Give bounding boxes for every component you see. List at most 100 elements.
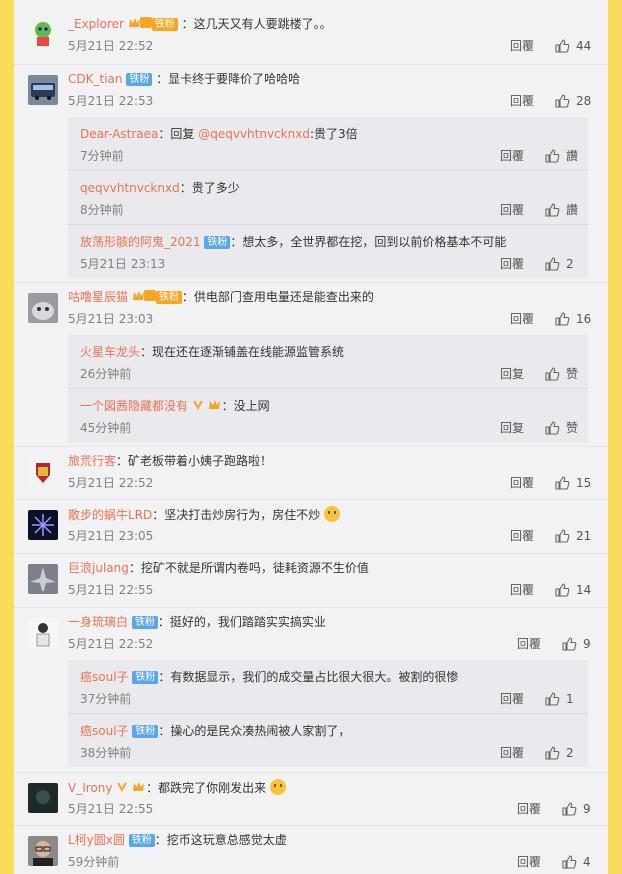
thumbs-up-icon[interactable] [544,256,560,272]
green-cartoon-avatar[interactable] [28,18,58,48]
comment-item: 散步的蜗牛LRD：坚决打击炒房行为，房住不炒 5月21日 23:05 回覆 21 [14,500,608,554]
reply-button[interactable]: 回覆 [510,582,534,598]
reply-button[interactable]: 回覆 [510,38,534,54]
comment-time: 5月21日 23:03 [68,312,154,326]
comment-text: ：这几天又有人要跳楼了。。 [181,17,332,31]
thumbs-up-icon[interactable] [554,93,570,109]
fan-badge: 铁粉 [132,725,159,738]
thumbs-up-icon[interactable] [544,148,560,164]
reply-button[interactable]: 回覆 [517,801,541,817]
fan-crown-icon [128,16,152,29]
username-link[interactable]: 旅荒行客 [68,454,116,468]
fan-badge: 铁粉 [204,236,231,249]
reply-button[interactable]: 回覆 [517,854,541,870]
thumbs-up-icon[interactable] [544,366,560,382]
username-link[interactable]: _Explorer [68,17,124,31]
comment-text: ：挖币这玩意总感觉太虚 [154,833,287,847]
username-link[interactable]: 一身琉璃白 [68,615,128,629]
thumbs-up-icon[interactable] [554,528,570,544]
reply-button[interactable]: 回覆 [500,745,524,761]
thumbs-up-icon[interactable] [544,691,560,707]
thumbs-up-icon[interactable] [544,745,560,761]
reply-button[interactable]: 回覆 [500,148,524,164]
reply-button[interactable]: 回覆 [510,93,534,109]
reply-text: ：想太多，全世界都在挖，回到以前价格基本不可能 [230,235,507,249]
like-count: 4 [583,855,591,869]
username-link[interactable]: 巨浪julang [68,561,129,575]
username-link[interactable]: 癌soul子 [80,670,129,684]
username-link[interactable]: 火星车龙头 [80,345,140,359]
fan-badge: 铁粉 [131,616,158,629]
reply-item: 放荡形骸的阿鬼_2021 铁粉 ：想太多，全世界都在挖，回到以前价格基本不可能 5… [68,225,588,278]
bus-avatar[interactable] [28,75,58,105]
comment-text: ：挺好的，我们踏踏实实搞实业 [157,615,326,629]
reply-text: ：贵了多少 [179,181,240,195]
like-count: 2 [566,257,574,271]
thumbs-up-icon[interactable] [544,420,560,436]
thumbs-up-icon[interactable] [554,311,570,327]
comment-time: 5月21日 22:55 [68,583,154,597]
thumbs-up-icon[interactable] [561,636,577,652]
comment-feed: _Explorer 铁粉 ：这几天又有人要跳楼了。。 5月21日 22:52 回… [14,0,608,874]
username-link[interactable]: 一个図茜隐藏都没有 [80,399,188,413]
reply-button[interactable]: 回覆 [510,475,534,491]
like-count: 15 [576,476,592,490]
thumbs-up-icon[interactable] [554,475,570,491]
username-link[interactable]: 散步的蜗牛LRD [68,508,152,522]
mention-link[interactable]: @qeqvvhtnvcknxd [198,127,310,141]
thumbs-up-icon[interactable] [561,854,577,870]
laugh-emoji-icon [269,779,286,795]
ironman-avatar[interactable] [28,457,58,487]
thumbs-up-icon[interactable] [561,801,577,817]
username-link[interactable]: CDK_tian [68,72,123,86]
reply-item: 一个図茜隐藏都没有 ：没上网 45分钟前 回复 赞 [68,389,588,442]
smile-emoji-icon [324,506,341,522]
like-count: 讚 [566,203,579,217]
reply-button[interactable]: 回覆 [510,311,534,327]
reply-item: Dear-Astraea：回复 @qeqvvhtnvcknxd:贵了3倍 7分钟… [68,117,588,171]
fan-badge: 铁粉 [155,291,182,304]
dark-avatar[interactable] [28,783,58,813]
reply-button[interactable]: 回覆 [500,202,524,218]
thumbs-up-icon[interactable] [544,202,560,218]
comment-time: 5月21日 22:52 [68,39,154,53]
username-link[interactable]: L柯y圆x圆 [68,833,125,847]
comment-time: 5月21日 22:52 [68,637,154,651]
cat-avatar[interactable] [28,293,58,323]
username-link[interactable]: 咕噜星辰猫 [68,290,128,304]
username-link[interactable]: V_Irony [68,781,112,795]
like-count: 2 [566,746,574,760]
comment-time: 5月21日 22:53 [68,94,154,108]
reply-button[interactable]: 回覆 [500,256,524,272]
vip-v-icon [117,783,128,792]
reply-text: ：没上网 [221,399,270,413]
reply-button[interactable]: 回覆 [500,691,524,707]
reply-button[interactable]: 回复 [500,366,524,382]
reply-item: 火星车龙头：现在还在逐渐铺盖在线能源监管系统 26分钟前 回复 赞 [68,335,588,389]
username-link[interactable]: Dear-Astraea [80,127,158,141]
glasses-man-avatar[interactable] [28,836,58,866]
jet-avatar[interactable] [28,564,58,594]
reply-time: 26分钟前 [80,367,132,381]
reply-time: 7分钟前 [80,149,124,163]
reply-button[interactable]: 回复 [500,420,524,436]
like-count: 赞 [566,421,579,435]
reply-text: ：操心的是民众凑热闹被人家割了， [158,724,351,738]
fan-badge: 铁粉 [126,73,153,86]
reply-button[interactable]: 回覆 [510,528,534,544]
reply-item: 癌soul子 铁粉 ：有数据显示，我们的成交量占比很大很大。被割的很惨 37分钟前… [68,660,588,714]
thumbs-up-icon[interactable] [554,582,570,598]
username-link[interactable]: 放荡形骸的阿鬼_2021 [80,235,201,249]
snowflake-avatar[interactable] [28,510,58,540]
comment-text: ：显卡终于要降价了哈哈哈 [156,72,301,86]
reply-time: 8分钟前 [80,203,124,217]
username-link[interactable]: 癌soul子 [80,724,129,738]
like-count: 44 [576,39,592,53]
person-avatar[interactable] [28,618,58,648]
reply-button[interactable]: 回覆 [517,636,541,652]
username-link[interactable]: qeqvvhtnvcknxd [80,181,180,195]
like-count: 14 [576,583,592,597]
comment-item: L柯y圆x圆 铁粉 ：挖币这玩意总感觉太虚 59分钟前 回覆 4 [14,826,608,874]
reply-item: 癌soul子 铁粉 ：操心的是民众凑热闹被人家割了， 38分钟前 回覆 2 [68,714,588,767]
thumbs-up-icon[interactable] [554,38,570,54]
